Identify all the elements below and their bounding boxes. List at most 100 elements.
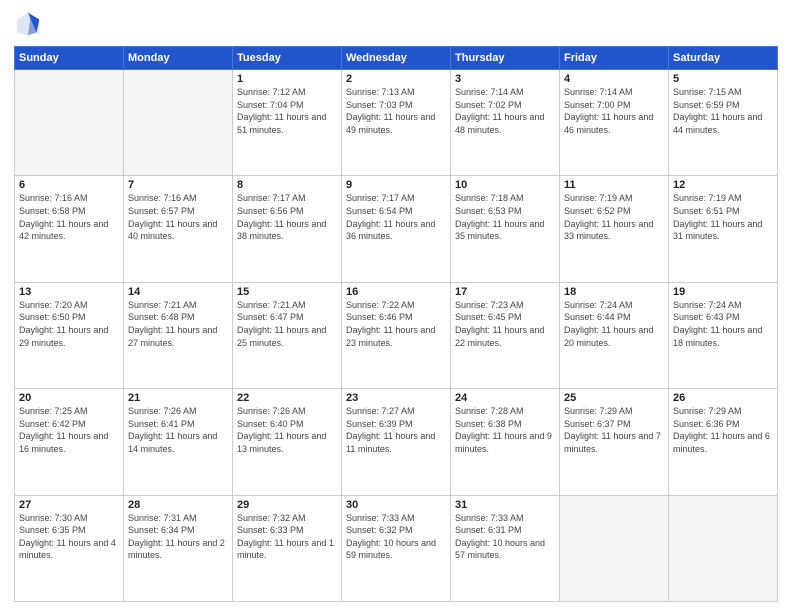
day-number: 15 bbox=[237, 286, 337, 298]
day-info: Sunrise: 7:19 AM Sunset: 6:52 PM Dayligh… bbox=[564, 192, 664, 242]
calendar-cell: 5Sunrise: 7:15 AM Sunset: 6:59 PM Daylig… bbox=[669, 70, 778, 176]
day-number: 14 bbox=[128, 286, 228, 298]
calendar-cell: 23Sunrise: 7:27 AM Sunset: 6:39 PM Dayli… bbox=[342, 389, 451, 495]
day-number: 23 bbox=[346, 392, 446, 404]
logo-icon bbox=[14, 10, 42, 38]
calendar-cell: 7Sunrise: 7:16 AM Sunset: 6:57 PM Daylig… bbox=[124, 176, 233, 282]
day-info: Sunrise: 7:23 AM Sunset: 6:45 PM Dayligh… bbox=[455, 299, 555, 349]
calendar-cell: 22Sunrise: 7:26 AM Sunset: 6:40 PM Dayli… bbox=[233, 389, 342, 495]
day-number: 17 bbox=[455, 286, 555, 298]
day-info: Sunrise: 7:16 AM Sunset: 6:58 PM Dayligh… bbox=[19, 192, 119, 242]
calendar-cell: 21Sunrise: 7:26 AM Sunset: 6:41 PM Dayli… bbox=[124, 389, 233, 495]
day-info: Sunrise: 7:21 AM Sunset: 6:47 PM Dayligh… bbox=[237, 299, 337, 349]
day-number: 4 bbox=[564, 73, 664, 85]
calendar-cell: 25Sunrise: 7:29 AM Sunset: 6:37 PM Dayli… bbox=[560, 389, 669, 495]
day-number: 28 bbox=[128, 499, 228, 511]
calendar-cell: 26Sunrise: 7:29 AM Sunset: 6:36 PM Dayli… bbox=[669, 389, 778, 495]
calendar-cell: 31Sunrise: 7:33 AM Sunset: 6:31 PM Dayli… bbox=[451, 495, 560, 601]
calendar-cell: 29Sunrise: 7:32 AM Sunset: 6:33 PM Dayli… bbox=[233, 495, 342, 601]
day-number: 19 bbox=[673, 286, 773, 298]
day-number: 10 bbox=[455, 179, 555, 191]
calendar-week-4: 27Sunrise: 7:30 AM Sunset: 6:35 PM Dayli… bbox=[15, 495, 778, 601]
weekday-header-friday: Friday bbox=[560, 47, 669, 70]
calendar-cell: 19Sunrise: 7:24 AM Sunset: 6:43 PM Dayli… bbox=[669, 282, 778, 388]
calendar-cell: 24Sunrise: 7:28 AM Sunset: 6:38 PM Dayli… bbox=[451, 389, 560, 495]
day-info: Sunrise: 7:32 AM Sunset: 6:33 PM Dayligh… bbox=[237, 512, 337, 562]
weekday-header-thursday: Thursday bbox=[451, 47, 560, 70]
day-info: Sunrise: 7:28 AM Sunset: 6:38 PM Dayligh… bbox=[455, 405, 555, 455]
day-number: 21 bbox=[128, 392, 228, 404]
day-info: Sunrise: 7:29 AM Sunset: 6:37 PM Dayligh… bbox=[564, 405, 664, 455]
calendar-cell: 6Sunrise: 7:16 AM Sunset: 6:58 PM Daylig… bbox=[15, 176, 124, 282]
day-info: Sunrise: 7:30 AM Sunset: 6:35 PM Dayligh… bbox=[19, 512, 119, 562]
day-number: 11 bbox=[564, 179, 664, 191]
day-number: 3 bbox=[455, 73, 555, 85]
calendar-cell: 27Sunrise: 7:30 AM Sunset: 6:35 PM Dayli… bbox=[15, 495, 124, 601]
day-info: Sunrise: 7:13 AM Sunset: 7:03 PM Dayligh… bbox=[346, 86, 446, 136]
day-number: 1 bbox=[237, 73, 337, 85]
calendar-table: SundayMondayTuesdayWednesdayThursdayFrid… bbox=[14, 46, 778, 602]
day-number: 12 bbox=[673, 179, 773, 191]
calendar-cell: 30Sunrise: 7:33 AM Sunset: 6:32 PM Dayli… bbox=[342, 495, 451, 601]
calendar-cell: 10Sunrise: 7:18 AM Sunset: 6:53 PM Dayli… bbox=[451, 176, 560, 282]
day-number: 18 bbox=[564, 286, 664, 298]
day-number: 9 bbox=[346, 179, 446, 191]
calendar-cell bbox=[560, 495, 669, 601]
day-info: Sunrise: 7:14 AM Sunset: 7:00 PM Dayligh… bbox=[564, 86, 664, 136]
day-info: Sunrise: 7:17 AM Sunset: 6:54 PM Dayligh… bbox=[346, 192, 446, 242]
calendar-cell: 12Sunrise: 7:19 AM Sunset: 6:51 PM Dayli… bbox=[669, 176, 778, 282]
day-info: Sunrise: 7:15 AM Sunset: 6:59 PM Dayligh… bbox=[673, 86, 773, 136]
day-info: Sunrise: 7:33 AM Sunset: 6:32 PM Dayligh… bbox=[346, 512, 446, 562]
calendar-cell: 20Sunrise: 7:25 AM Sunset: 6:42 PM Dayli… bbox=[15, 389, 124, 495]
day-info: Sunrise: 7:20 AM Sunset: 6:50 PM Dayligh… bbox=[19, 299, 119, 349]
calendar-cell: 11Sunrise: 7:19 AM Sunset: 6:52 PM Dayli… bbox=[560, 176, 669, 282]
calendar-cell bbox=[669, 495, 778, 601]
calendar-cell: 17Sunrise: 7:23 AM Sunset: 6:45 PM Dayli… bbox=[451, 282, 560, 388]
day-number: 27 bbox=[19, 499, 119, 511]
calendar-cell: 2Sunrise: 7:13 AM Sunset: 7:03 PM Daylig… bbox=[342, 70, 451, 176]
calendar-week-0: 1Sunrise: 7:12 AM Sunset: 7:04 PM Daylig… bbox=[15, 70, 778, 176]
calendar-cell: 15Sunrise: 7:21 AM Sunset: 6:47 PM Dayli… bbox=[233, 282, 342, 388]
calendar-cell: 9Sunrise: 7:17 AM Sunset: 6:54 PM Daylig… bbox=[342, 176, 451, 282]
calendar-cell bbox=[124, 70, 233, 176]
day-number: 16 bbox=[346, 286, 446, 298]
day-info: Sunrise: 7:21 AM Sunset: 6:48 PM Dayligh… bbox=[128, 299, 228, 349]
day-info: Sunrise: 7:19 AM Sunset: 6:51 PM Dayligh… bbox=[673, 192, 773, 242]
calendar-cell: 18Sunrise: 7:24 AM Sunset: 6:44 PM Dayli… bbox=[560, 282, 669, 388]
weekday-header-tuesday: Tuesday bbox=[233, 47, 342, 70]
day-info: Sunrise: 7:31 AM Sunset: 6:34 PM Dayligh… bbox=[128, 512, 228, 562]
day-number: 13 bbox=[19, 286, 119, 298]
day-info: Sunrise: 7:24 AM Sunset: 6:44 PM Dayligh… bbox=[564, 299, 664, 349]
logo bbox=[14, 10, 46, 38]
calendar-cell: 3Sunrise: 7:14 AM Sunset: 7:02 PM Daylig… bbox=[451, 70, 560, 176]
day-number: 30 bbox=[346, 499, 446, 511]
day-info: Sunrise: 7:16 AM Sunset: 6:57 PM Dayligh… bbox=[128, 192, 228, 242]
day-info: Sunrise: 7:26 AM Sunset: 6:40 PM Dayligh… bbox=[237, 405, 337, 455]
day-info: Sunrise: 7:27 AM Sunset: 6:39 PM Dayligh… bbox=[346, 405, 446, 455]
calendar-cell: 1Sunrise: 7:12 AM Sunset: 7:04 PM Daylig… bbox=[233, 70, 342, 176]
day-number: 25 bbox=[564, 392, 664, 404]
weekday-header-monday: Monday bbox=[124, 47, 233, 70]
day-number: 2 bbox=[346, 73, 446, 85]
weekday-header-wednesday: Wednesday bbox=[342, 47, 451, 70]
day-number: 22 bbox=[237, 392, 337, 404]
day-number: 8 bbox=[237, 179, 337, 191]
day-info: Sunrise: 7:14 AM Sunset: 7:02 PM Dayligh… bbox=[455, 86, 555, 136]
day-number: 29 bbox=[237, 499, 337, 511]
weekday-header-saturday: Saturday bbox=[669, 47, 778, 70]
day-number: 31 bbox=[455, 499, 555, 511]
day-number: 7 bbox=[128, 179, 228, 191]
calendar-cell: 28Sunrise: 7:31 AM Sunset: 6:34 PM Dayli… bbox=[124, 495, 233, 601]
day-info: Sunrise: 7:22 AM Sunset: 6:46 PM Dayligh… bbox=[346, 299, 446, 349]
day-info: Sunrise: 7:12 AM Sunset: 7:04 PM Dayligh… bbox=[237, 86, 337, 136]
day-info: Sunrise: 7:17 AM Sunset: 6:56 PM Dayligh… bbox=[237, 192, 337, 242]
calendar-cell: 13Sunrise: 7:20 AM Sunset: 6:50 PM Dayli… bbox=[15, 282, 124, 388]
day-number: 6 bbox=[19, 179, 119, 191]
day-info: Sunrise: 7:25 AM Sunset: 6:42 PM Dayligh… bbox=[19, 405, 119, 455]
calendar-cell: 4Sunrise: 7:14 AM Sunset: 7:00 PM Daylig… bbox=[560, 70, 669, 176]
day-number: 26 bbox=[673, 392, 773, 404]
calendar-cell: 16Sunrise: 7:22 AM Sunset: 6:46 PM Dayli… bbox=[342, 282, 451, 388]
day-info: Sunrise: 7:29 AM Sunset: 6:36 PM Dayligh… bbox=[673, 405, 773, 455]
day-info: Sunrise: 7:26 AM Sunset: 6:41 PM Dayligh… bbox=[128, 405, 228, 455]
day-info: Sunrise: 7:33 AM Sunset: 6:31 PM Dayligh… bbox=[455, 512, 555, 562]
